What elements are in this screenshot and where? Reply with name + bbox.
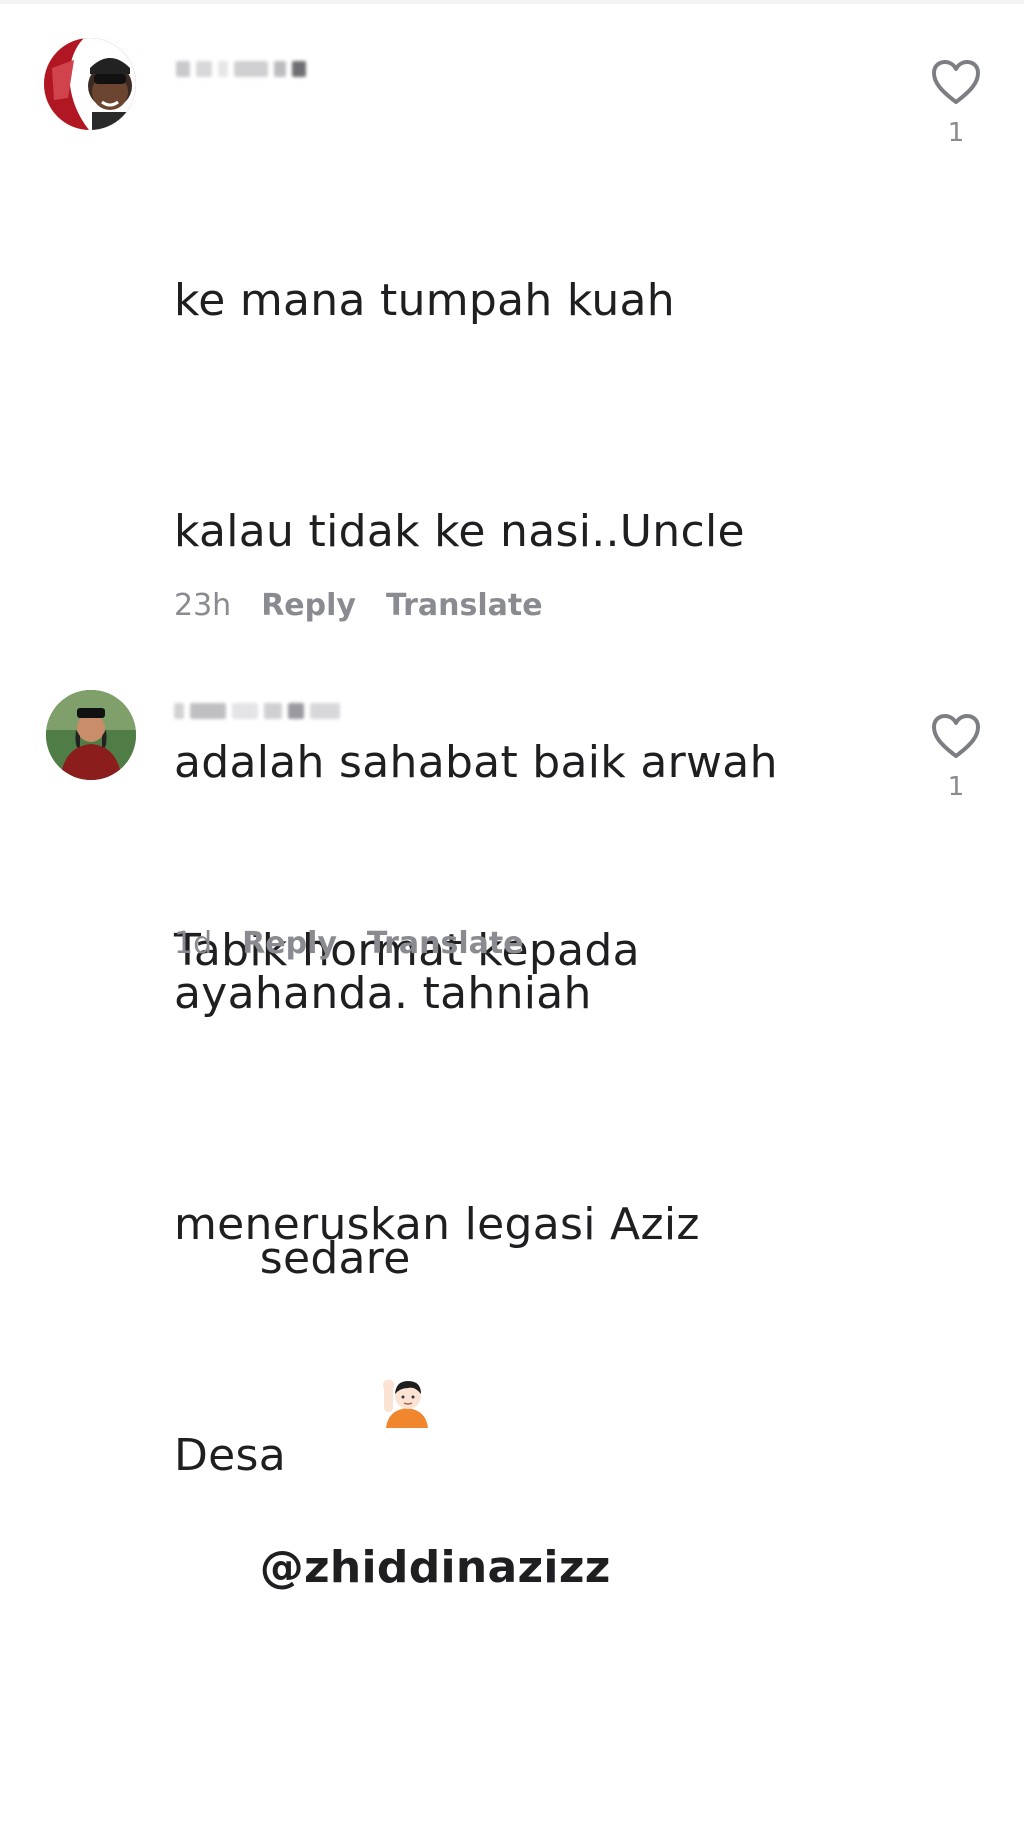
username-redacted[interactable] <box>176 58 306 80</box>
comment-line-prefix: sedare <box>259 1233 411 1284</box>
mention-link[interactable]: @zhiddinazizz <box>260 1542 611 1593</box>
reply-button[interactable]: Reply <box>261 588 356 623</box>
comment-time: 1d <box>174 926 213 961</box>
comment-time: 23h <box>174 588 232 623</box>
top-divider <box>0 0 1024 4</box>
reply-button[interactable]: Reply <box>242 926 337 961</box>
avatar-image <box>44 38 136 130</box>
like-count: 1 <box>947 118 965 148</box>
like-button[interactable]: 1 <box>926 712 986 802</box>
comment-line: ke mana tumpah kuah <box>174 275 675 326</box>
comment-line: kalau tidak ke nasi..Uncle <box>174 506 745 557</box>
comment-text: Tabik hormat kepada sedare @zhiddinazizz <box>174 758 640 1837</box>
comment-meta: 23h Reply Translate <box>174 588 543 623</box>
translate-button[interactable]: Translate <box>367 926 524 961</box>
heart-outline-icon <box>932 714 980 758</box>
comment-line: sedare @zhiddinazizz <box>174 1143 640 1683</box>
avatar[interactable] <box>44 38 136 130</box>
avatar-image <box>46 690 136 780</box>
person-raising-hand-emoji <box>266 1297 434 1529</box>
like-count: 1 <box>947 772 965 802</box>
like-button[interactable]: 1 <box>926 58 986 148</box>
username-redacted[interactable] <box>174 700 340 722</box>
heart-outline-icon <box>932 60 980 104</box>
avatar[interactable] <box>46 690 136 780</box>
translate-button[interactable]: Translate <box>386 588 543 623</box>
comment-meta: 1d Reply Translate <box>174 926 524 961</box>
